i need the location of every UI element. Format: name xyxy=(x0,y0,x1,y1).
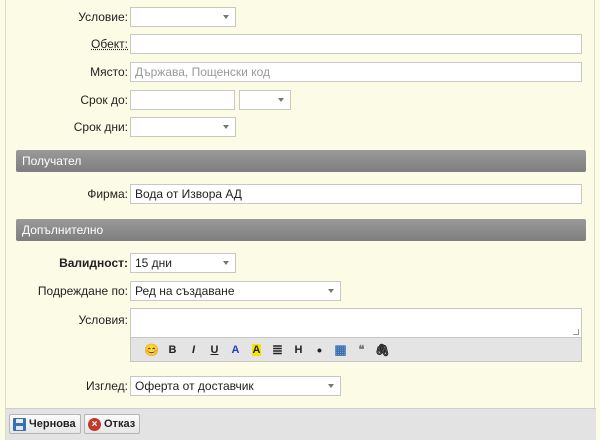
form-panel: Условие: Обект: Място: Държава, Пощенски… xyxy=(5,0,596,440)
view-select[interactable]: Оферта от доставчик xyxy=(130,376,341,396)
section-recipient: Получател xyxy=(16,150,586,172)
validity-value: 15 дни xyxy=(135,256,173,270)
text-color-button[interactable]: A xyxy=(225,341,246,359)
place-input[interactable]: Държава, Пощенски код xyxy=(130,62,582,82)
validity-row: Валидност: 15 дни xyxy=(6,253,596,273)
align-icon[interactable]: ≣ xyxy=(267,341,288,359)
sort-value: Ред на създаване xyxy=(135,284,235,298)
place-label: Място: xyxy=(90,65,128,79)
sort-select[interactable]: Ред на създаване xyxy=(130,281,341,301)
cancel-button-label: Отказ xyxy=(104,418,136,430)
chevron-down-icon xyxy=(328,289,334,293)
emoji-icon[interactable]: 😊 xyxy=(141,341,162,359)
draft-button[interactable]: Чернова xyxy=(9,414,81,434)
condition-row: Условие: xyxy=(6,7,596,27)
company-row: Фирма: Вода от Извора АД xyxy=(6,184,596,204)
conditions-label: Условия: xyxy=(78,313,128,327)
save-icon xyxy=(13,417,26,431)
object-input[interactable] xyxy=(130,34,582,54)
bold-button[interactable]: B xyxy=(162,341,183,359)
chevron-down-icon xyxy=(328,384,334,388)
close-icon: × xyxy=(88,417,101,431)
highlight-button[interactable]: A xyxy=(246,341,267,359)
section-additional: Допълнително xyxy=(16,219,586,241)
chevron-down-icon xyxy=(278,98,284,102)
attach-icon[interactable]: 🖇 xyxy=(372,341,393,359)
validity-select[interactable]: 15 дни xyxy=(130,253,236,273)
italic-button[interactable]: I xyxy=(183,341,204,359)
condition-label: Условие: xyxy=(78,10,128,24)
heading-button[interactable]: H xyxy=(288,341,309,359)
sort-label: Подреждане по: xyxy=(37,284,128,298)
company-input[interactable]: Вода от Извора АД xyxy=(130,184,582,204)
sort-row: Подреждане по: Ред на създаване xyxy=(6,281,596,301)
draft-button-label: Чернова xyxy=(29,418,76,430)
underline-button[interactable]: U xyxy=(204,341,225,359)
resize-grip-icon[interactable] xyxy=(573,329,579,335)
footer-toolbar: Чернова × Отказ xyxy=(6,408,596,440)
chevron-down-icon xyxy=(223,125,229,129)
deadline-row: Срок до: xyxy=(6,90,596,110)
conditions-textarea[interactable] xyxy=(130,308,582,338)
view-row: Изглед: Оферта от доставчик xyxy=(6,376,596,396)
deadline-time-select[interactable] xyxy=(239,90,291,110)
term-days-select[interactable] xyxy=(130,117,236,137)
condition-select[interactable] xyxy=(130,7,236,27)
place-row: Място: Държава, Пощенски код xyxy=(6,62,596,82)
table-icon[interactable]: ▦ xyxy=(330,341,351,359)
quote-icon[interactable]: ❝ xyxy=(351,341,372,359)
object-label[interactable]: Обект: xyxy=(91,37,128,51)
validity-label: Валидност: xyxy=(59,256,128,270)
view-value: Оферта от доставчик xyxy=(135,379,254,393)
object-row: Обект: xyxy=(6,34,596,54)
deadline-label: Срок до: xyxy=(80,93,128,107)
view-label: Изглед: xyxy=(86,379,128,393)
chevron-down-icon xyxy=(223,261,229,265)
company-label: Фирма: xyxy=(87,187,128,201)
term-days-row: Срок дни: xyxy=(6,117,596,137)
chevron-down-icon xyxy=(223,15,229,19)
editor-toolbar: 😊 B I U A A ≣ H • ▦ ❝ 🖇 xyxy=(130,338,582,362)
deadline-date-input[interactable] xyxy=(130,90,235,110)
cancel-button[interactable]: × Отказ xyxy=(84,414,141,434)
bullet-list-button[interactable]: • xyxy=(309,341,330,359)
term-days-label: Срок дни: xyxy=(73,120,128,134)
